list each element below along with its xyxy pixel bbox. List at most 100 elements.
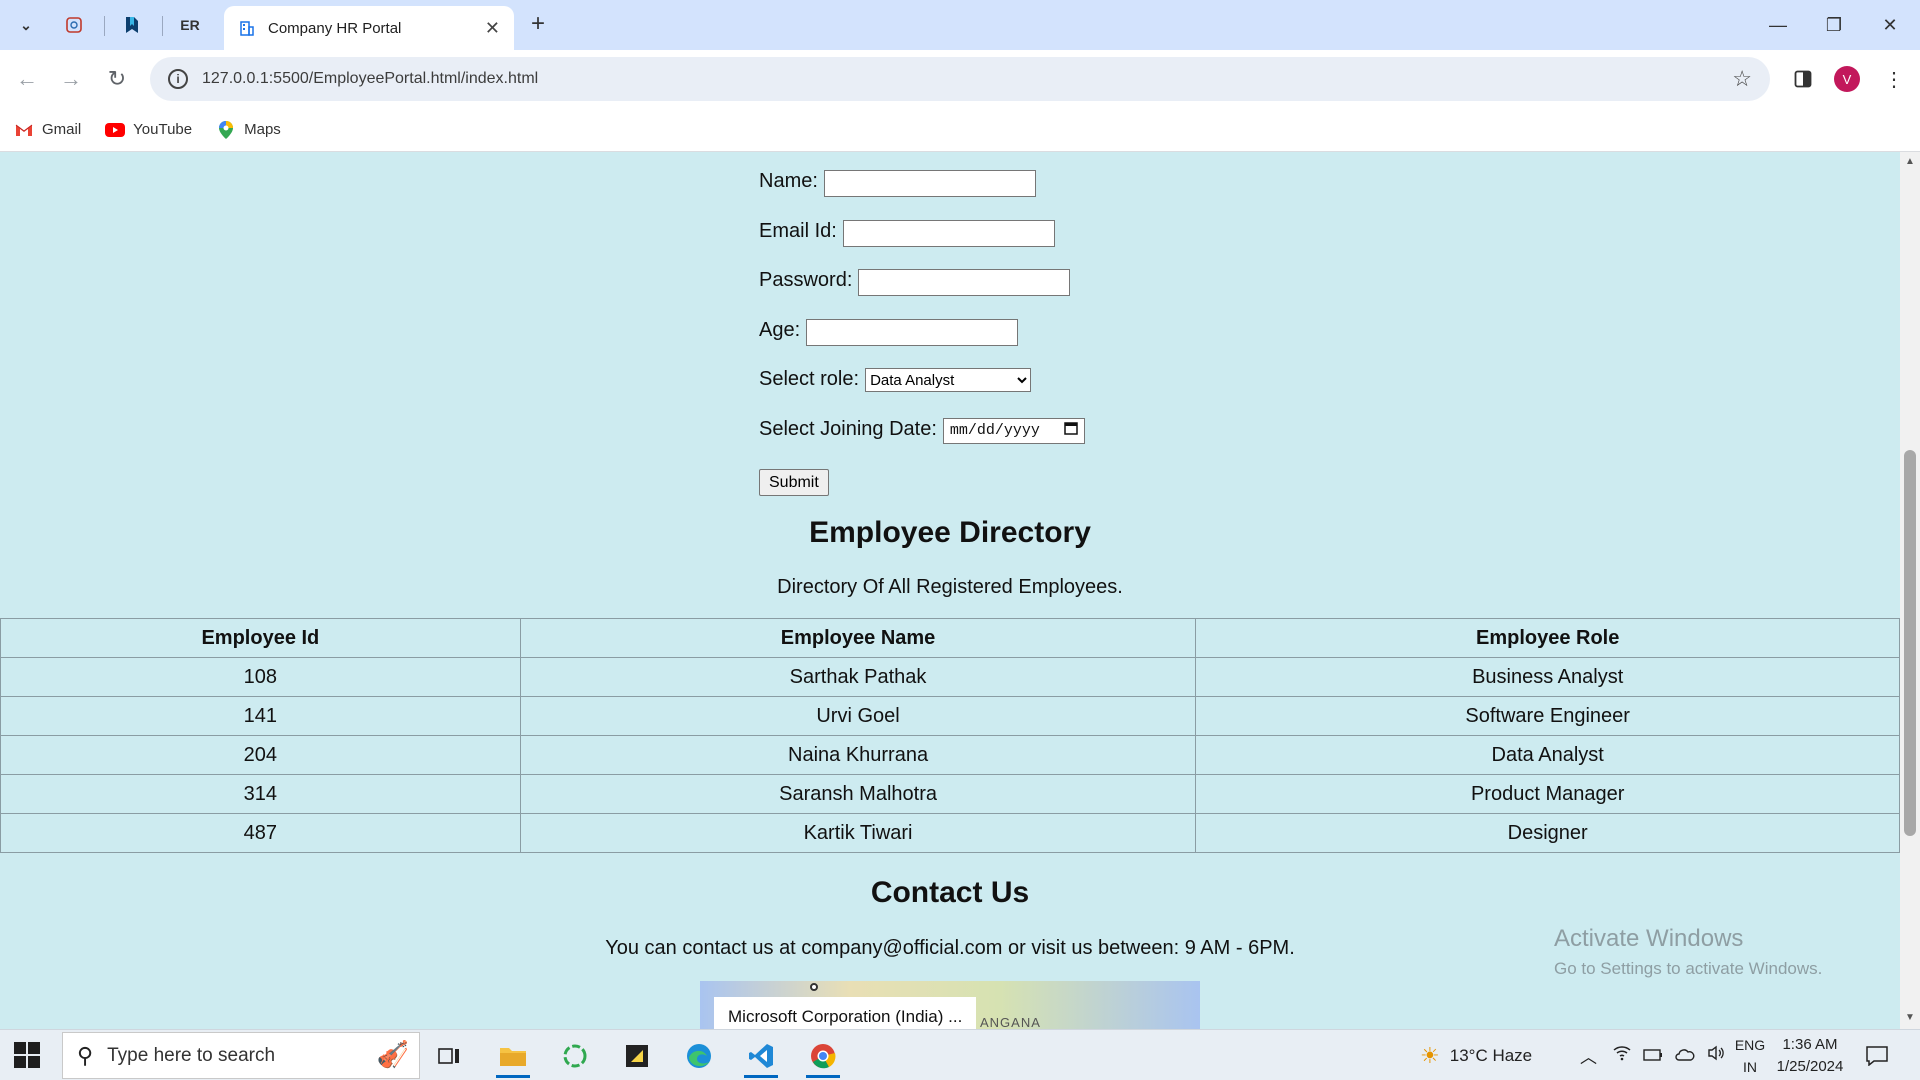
- employee-name-cell: Kartik Tiwari: [519, 813, 1197, 853]
- bookmark-label: YouTube: [133, 121, 193, 138]
- close-tab-icon[interactable]: ✕: [485, 18, 500, 39]
- minimize-icon[interactable]: —: [1758, 10, 1798, 40]
- table-header-row: Employee Id Employee Name Employee Role: [0, 618, 1900, 658]
- employee-id-cell: 108: [0, 657, 521, 697]
- youtube-icon: [105, 122, 126, 138]
- page-scrollbar[interactable]: ▲ ▼: [1900, 152, 1920, 1029]
- side-panel-icon[interactable]: [1788, 64, 1818, 94]
- bookmark-tab-icon[interactable]: [112, 8, 152, 42]
- employee-role-cell: Data Analyst: [1195, 735, 1900, 775]
- notifications-icon[interactable]: [1866, 1030, 1888, 1080]
- tab-company-hr-portal[interactable]: Company HR Portal ✕: [224, 6, 514, 50]
- scroll-down-icon[interactable]: ▼: [1904, 1012, 1916, 1024]
- file-explorer-icon[interactable]: [488, 1034, 538, 1078]
- bookmark-star-icon[interactable]: ☆: [1732, 66, 1752, 92]
- windows-start-icon[interactable]: [14, 1042, 40, 1068]
- employee-role-cell: Software Engineer: [1195, 696, 1900, 736]
- bookmark-maps[interactable]: Maps: [216, 120, 281, 139]
- date-row: Select Joining Date: mm/dd/yyyy: [759, 417, 1085, 468]
- weather-text: 13°C Haze: [1449, 1045, 1533, 1065]
- address-bar[interactable]: i 127.0.0.1:5500/EmployeePortal.html/ind…: [150, 57, 1770, 101]
- new-tab-button[interactable]: +: [524, 10, 552, 38]
- name-label: Name:: [759, 170, 818, 192]
- er-tab-label: ER: [180, 17, 200, 33]
- clock-time: 1:36 AM: [1782, 1036, 1838, 1053]
- age-label: Age:: [759, 318, 801, 341]
- tab-search-chevron-icon[interactable]: ⌄: [6, 8, 46, 42]
- weather-widget[interactable]: ☀ 13°C Haze: [1420, 1030, 1532, 1080]
- kebab-menu-icon[interactable]: ⋮: [1879, 64, 1909, 94]
- system-tray: ︿: [1580, 1030, 1725, 1080]
- forward-arrow-icon[interactable]: →: [54, 62, 88, 96]
- calendar-icon[interactable]: [1064, 421, 1078, 440]
- sticky-notes-icon[interactable]: [612, 1034, 662, 1078]
- map-marker-icon: [810, 983, 818, 991]
- bookmark-youtube[interactable]: YouTube: [105, 121, 192, 138]
- site-info-icon[interactable]: i: [168, 69, 188, 89]
- vscode-icon[interactable]: [736, 1034, 786, 1078]
- battery-icon[interactable]: [1643, 1046, 1663, 1066]
- embedded-map[interactable]: Microsoft Corporation (India) ... ANGANA: [700, 981, 1200, 1029]
- bookmark-gmail[interactable]: Gmail: [14, 121, 81, 138]
- task-view-icon[interactable]: [424, 1034, 474, 1078]
- lang-code: ENG: [1734, 1037, 1766, 1053]
- clock-date: 1/25/2024: [1776, 1058, 1844, 1075]
- role-label: Select role:: [759, 368, 860, 390]
- taskbar-search-box[interactable]: ⚲ Type here to search 🎻: [62, 1032, 420, 1079]
- employee-name-cell: Naina Khurrana: [519, 735, 1197, 775]
- table-row: 108 Sarthak Pathak Business Analyst: [0, 657, 1900, 697]
- employee-name-cell: Urvi Goel: [519, 696, 1197, 736]
- er-tab[interactable]: ER: [170, 8, 210, 42]
- joining-date-input[interactable]: mm/dd/yyyy: [942, 417, 1085, 444]
- chrome-icon[interactable]: [798, 1034, 848, 1078]
- employee-role-cell: Business Analyst: [1195, 657, 1900, 697]
- onedrive-icon[interactable]: [1675, 1046, 1695, 1066]
- history-tab-icon[interactable]: [54, 8, 94, 42]
- reload-icon[interactable]: ↻: [100, 62, 134, 96]
- tray-chevron-up-icon[interactable]: ︿: [1580, 1043, 1597, 1068]
- refresh-app-icon[interactable]: [550, 1034, 600, 1078]
- map-place-card[interactable]: Microsoft Corporation (India) ...: [714, 997, 977, 1029]
- header-employee-role: Employee Role: [1195, 618, 1900, 658]
- employee-table: Employee Id Employee Name Employee Role …: [0, 618, 1900, 853]
- profile-avatar[interactable]: V: [1834, 66, 1860, 92]
- age-input[interactable]: [806, 318, 1019, 346]
- page-content: Name: Email Id: Password: Age: Select ro…: [0, 152, 1900, 1029]
- password-input[interactable]: [858, 269, 1071, 296]
- employee-role-cell: Product Manager: [1195, 774, 1900, 814]
- name-row: Name:: [759, 170, 1085, 220]
- submit-button[interactable]: Submit: [759, 469, 829, 496]
- directory-title: Employee Directory: [809, 516, 1091, 549]
- edge-browser-icon[interactable]: [674, 1034, 724, 1078]
- building-icon: [238, 19, 256, 37]
- table-row: 204 Naina Khurrana Data Analyst: [0, 735, 1900, 775]
- contact-title: Contact Us: [870, 876, 1030, 909]
- watermark-line2: Go to Settings to activate Windows.: [1554, 959, 1823, 978]
- employee-role-cell: Designer: [1195, 813, 1900, 853]
- search-icon: ⚲: [77, 1042, 94, 1068]
- email-input[interactable]: [842, 219, 1055, 247]
- name-input[interactable]: [823, 170, 1036, 197]
- employee-id-cell: 314: [0, 774, 521, 814]
- password-label: Password:: [759, 269, 853, 291]
- tab-title: Company HR Portal: [268, 19, 402, 37]
- restore-icon[interactable]: ❐: [1814, 10, 1854, 40]
- wifi-icon[interactable]: [1613, 1045, 1631, 1066]
- tab-separator: [162, 16, 163, 36]
- taskbar-clock[interactable]: 1:36 AM 1/25/2024: [1774, 1034, 1846, 1078]
- bookmarks-bar: Gmail YouTube Maps: [0, 108, 1920, 152]
- search-placeholder: Type here to search: [107, 1044, 276, 1066]
- window-close-icon[interactable]: ✕: [1870, 10, 1910, 40]
- scroll-thumb[interactable]: [1904, 450, 1916, 836]
- role-select[interactable]: Data Analyst: [865, 368, 1032, 392]
- directory-subtitle: Directory Of All Registered Employees.: [777, 576, 1123, 598]
- scroll-up-icon[interactable]: ▲: [1904, 156, 1916, 168]
- back-arrow-icon[interactable]: ←: [10, 62, 44, 96]
- url-text[interactable]: 127.0.0.1:5500/EmployeePortal.html/index…: [202, 70, 1732, 88]
- employee-id-cell: 487: [0, 813, 521, 853]
- input-language-indicator[interactable]: ENG IN: [1730, 1034, 1770, 1078]
- age-row: Age:: [759, 318, 1085, 369]
- speaker-icon[interactable]: [1707, 1045, 1725, 1066]
- employee-name-cell: Saransh Malhotra: [519, 774, 1197, 814]
- maps-icon: [216, 120, 236, 139]
